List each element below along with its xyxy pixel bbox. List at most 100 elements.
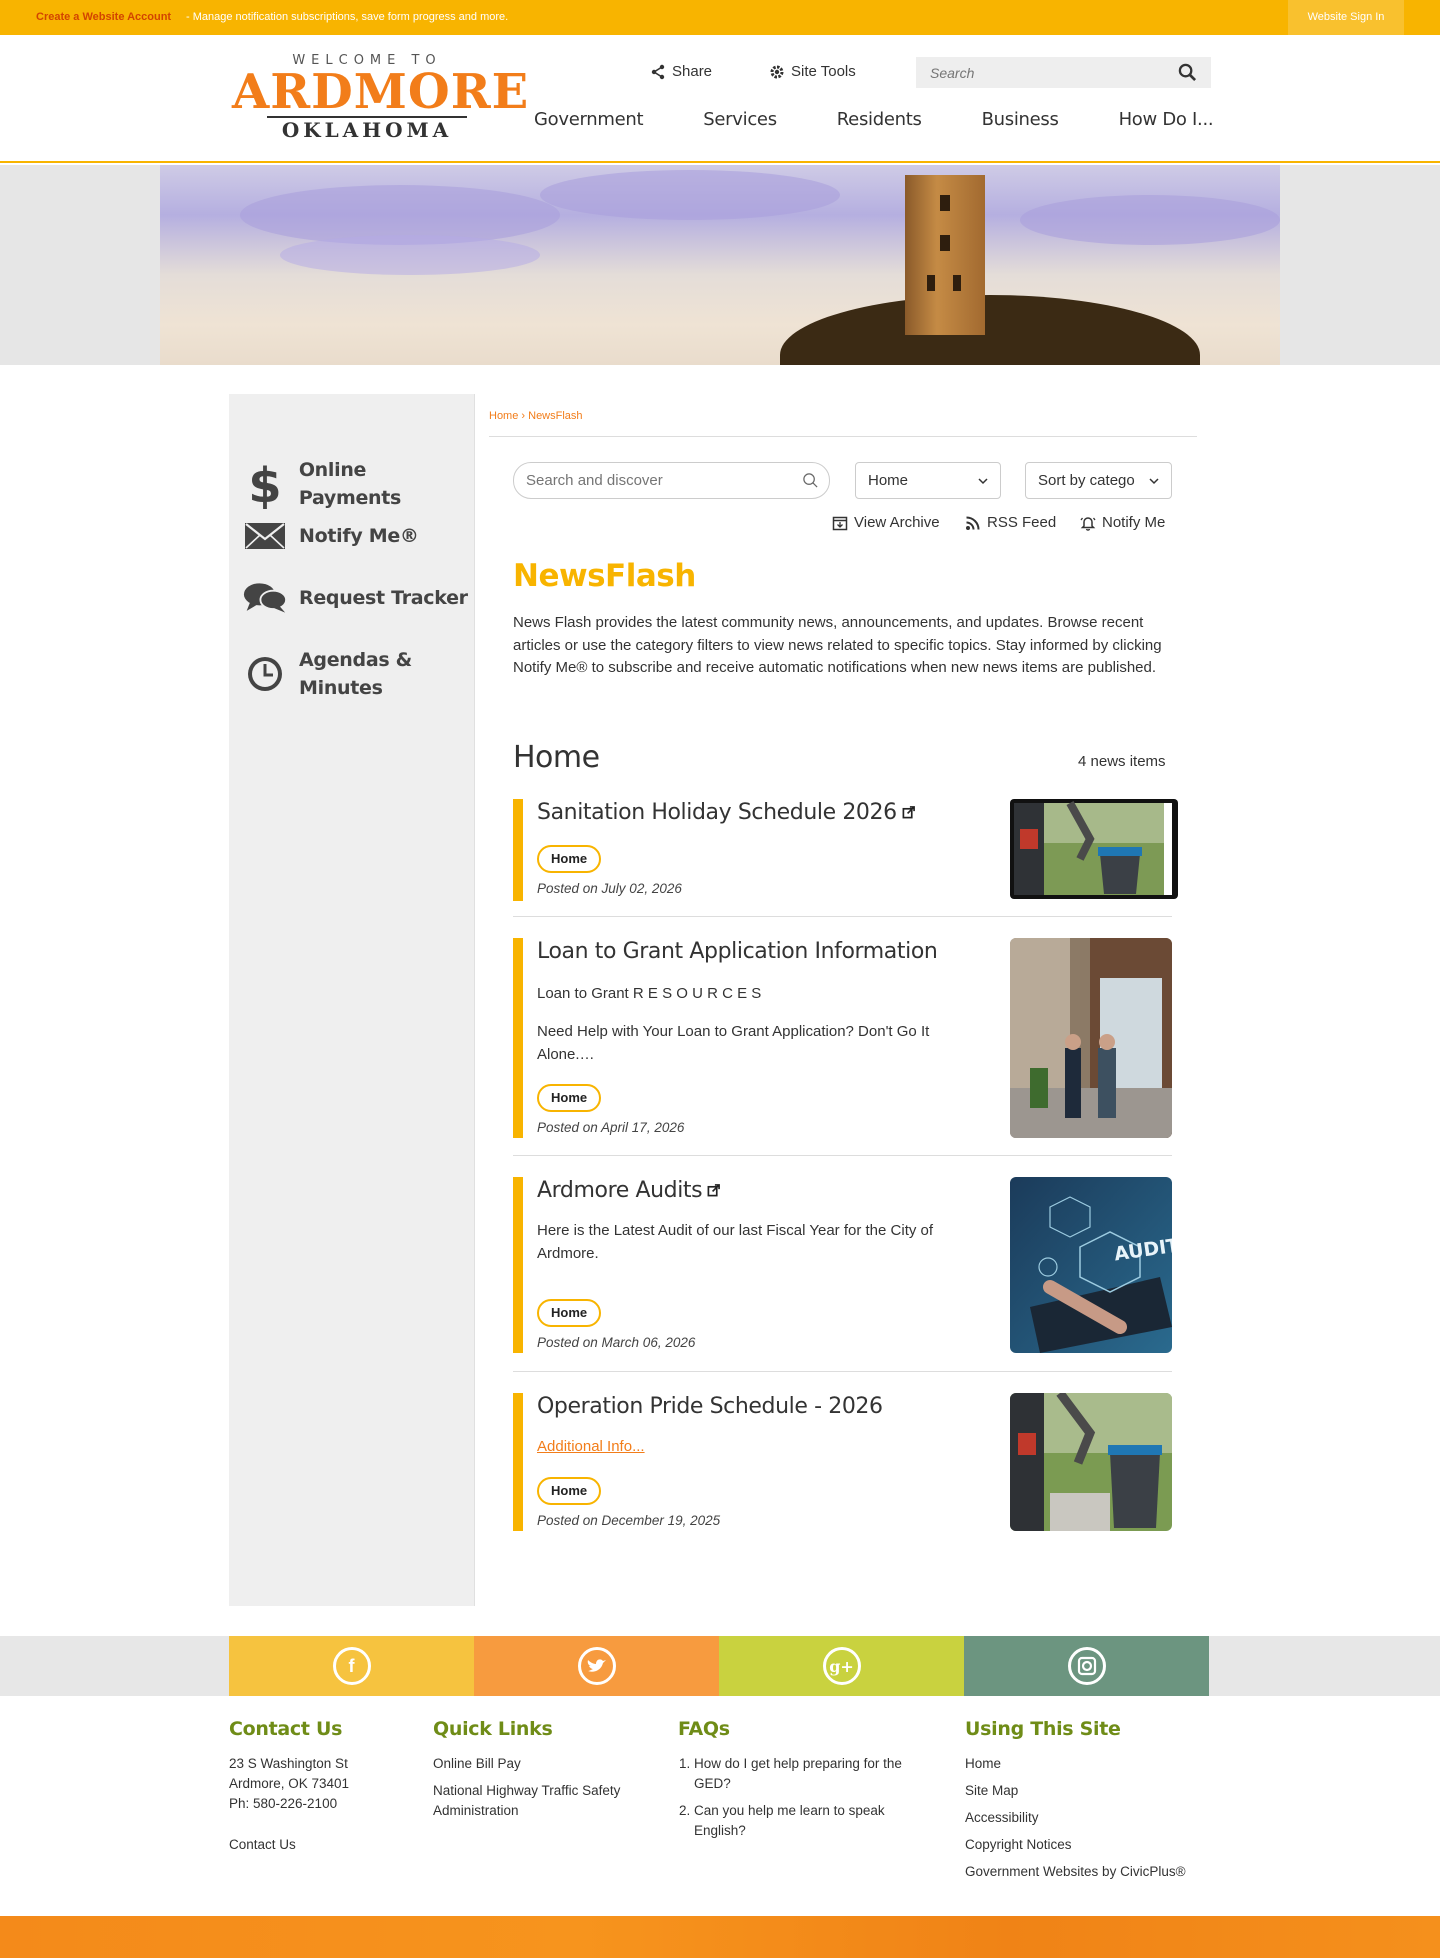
site-footer: Contact Us 23 S Washington St Ardmore, O…: [0, 1696, 1440, 1916]
footer-contact: Contact Us 23 S Washington St Ardmore, O…: [229, 1718, 409, 1855]
news-item: Sanitation Holiday Schedule 2026 Home Po…: [513, 799, 1178, 901]
external-link-icon: [902, 806, 915, 819]
section-title: Home: [513, 740, 600, 775]
news-item-tag[interactable]: Home: [537, 1299, 602, 1327]
sidebar-item-agendas-minutes[interactable]: Agendas & Minutes: [243, 646, 419, 702]
notify-me-link[interactable]: Notify Me: [1080, 514, 1165, 531]
nav-government[interactable]: Government: [534, 109, 644, 130]
nav-services[interactable]: Services: [703, 109, 777, 130]
share-icon: [651, 64, 665, 79]
news-search: [513, 462, 830, 499]
footer-link-copyright[interactable]: Copyright Notices: [965, 1835, 1215, 1855]
banner-image: [160, 165, 1280, 365]
news-item-title[interactable]: Loan to Grant Application Information: [537, 939, 938, 964]
footer-address-1: 23 S Washington St: [229, 1756, 348, 1771]
news-item-date: Posted on March 06, 2026: [537, 1335, 696, 1350]
footer-phone: Ph: 580-226-2100: [229, 1796, 338, 1811]
footer-contact-link[interactable]: Contact Us: [229, 1835, 409, 1855]
category-select[interactable]: Home: [855, 462, 1001, 499]
archive-icon: [832, 516, 848, 530]
news-item-tag[interactable]: Home: [537, 1084, 602, 1112]
footer-link-online-bill-pay[interactable]: Online Bill Pay: [433, 1754, 643, 1774]
footer-faq-item[interactable]: How do I get help preparing for the GED?: [694, 1754, 928, 1794]
chat-bubbles-icon: [243, 580, 287, 616]
news-item-thumbnail[interactable]: [1010, 938, 1172, 1138]
sidebar-item-label: Agendas & Minutes: [299, 649, 412, 699]
create-account-link[interactable]: Create a Website Account: [36, 11, 171, 23]
share-button[interactable]: Share: [650, 63, 712, 80]
news-item-title[interactable]: Operation Pride Schedule - 2026: [537, 1394, 883, 1419]
site-tools-label: Site Tools: [791, 63, 856, 80]
topbar-message: - Manage notification subscriptions, sav…: [186, 11, 509, 23]
footer-quick-links-title: Quick Links: [433, 1718, 553, 1740]
google-plus-link[interactable]: g+: [719, 1636, 964, 1696]
social-band: f g+: [0, 1636, 1440, 1696]
news-item-summary: Loan to Grant R E S O U R C E S: [537, 985, 762, 1002]
news-item-title-text: Loan to Grant Application Information: [537, 939, 938, 964]
sidebar-item-label: Online Payments: [298, 459, 402, 509]
additional-info-link[interactable]: Additional Info...: [537, 1436, 977, 1459]
search-icon[interactable]: [1178, 63, 1197, 82]
site-tools-button[interactable]: Site Tools: [769, 63, 856, 80]
footer-faq-item[interactable]: Can you help me learn to speak English?: [694, 1801, 928, 1841]
facebook-link[interactable]: f: [229, 1636, 474, 1696]
site-search-input[interactable]: [916, 57, 1156, 88]
sidebar-item-online-payments[interactable]: $ Online Payments: [243, 456, 474, 512]
hero-banner: [0, 165, 1440, 365]
nav-how-do-i[interactable]: How Do I...: [1119, 109, 1214, 130]
news-item-accent: [513, 1177, 523, 1353]
sidebar-item-label: Notify Me®: [299, 525, 419, 547]
footer-link-site-map[interactable]: Site Map: [965, 1781, 1215, 1801]
footer-using-site-title: Using This Site: [965, 1718, 1121, 1740]
footer-contact-title: Contact Us: [229, 1718, 343, 1740]
logo-state: OKLAHOMA: [281, 118, 453, 142]
page-title: NewsFlash: [513, 558, 696, 594]
sign-in-button[interactable]: Website Sign In: [1288, 0, 1404, 35]
news-item-count: 4 news items: [1078, 753, 1166, 770]
sidebar-item-request-tracker[interactable]: Request Tracker: [243, 580, 468, 616]
nav-business[interactable]: Business: [982, 109, 1059, 130]
news-item-title[interactable]: Ardmore Audits: [537, 1178, 721, 1203]
logo-name: ARDMORE: [232, 64, 530, 120]
instagram-icon: [1067, 1647, 1106, 1685]
twitter-icon: [577, 1647, 616, 1685]
search-icon[interactable]: [802, 472, 819, 489]
sidebar-item-notify-me[interactable]: Notify Me®: [243, 522, 419, 550]
news-item-tag[interactable]: Home: [537, 1477, 602, 1505]
view-archive-link[interactable]: View Archive: [832, 514, 940, 531]
footer-faqs: FAQs How do I get help preparing for the…: [678, 1718, 928, 1841]
news-item-thumbnail[interactable]: AUDIT: [1010, 1177, 1172, 1353]
sort-select-value: Sort by category: [1038, 472, 1135, 489]
rss-feed-link[interactable]: RSS Feed: [965, 514, 1056, 531]
breadcrumb-separator: ›: [518, 410, 529, 422]
breadcrumb-home[interactable]: Home: [489, 410, 518, 422]
sort-select[interactable]: Sort by category: [1025, 462, 1172, 499]
news-search-input[interactable]: [514, 463, 784, 498]
news-item-thumbnail[interactable]: [1010, 1393, 1172, 1531]
chevron-down-icon: [1149, 478, 1159, 485]
news-item: Ardmore Audits Here is the Latest Audit …: [513, 1177, 1172, 1353]
clock-icon: [243, 655, 287, 693]
instagram-link[interactable]: [964, 1636, 1209, 1696]
news-item: Loan to Grant Application Information Lo…: [513, 938, 1172, 1138]
news-item-thumbnail[interactable]: [1010, 799, 1178, 899]
notify-me-label: Notify Me: [1102, 514, 1166, 531]
footer-link-home[interactable]: Home: [965, 1754, 1215, 1774]
gear-icon: [770, 65, 784, 78]
nav-residents[interactable]: Residents: [837, 109, 922, 130]
google-plus-icon: g+: [822, 1647, 861, 1685]
news-item-accent: [513, 938, 523, 1138]
news-item-title-text: Ardmore Audits: [537, 1178, 703, 1203]
footer-link-civicplus[interactable]: Government Websites by CivicPlus®: [965, 1862, 1215, 1882]
site-header: WELCOME TO ARDMORE OKLAHOMA Share Site T…: [0, 35, 1440, 163]
news-item-tag[interactable]: Home: [537, 845, 602, 873]
footer-link-nhtsa[interactable]: National Highway Traffic Safety Administ…: [433, 1781, 643, 1821]
twitter-link[interactable]: [474, 1636, 719, 1696]
news-item-title[interactable]: Sanitation Holiday Schedule 2026: [537, 800, 915, 825]
site-logo[interactable]: WELCOME TO ARDMORE OKLAHOMA: [232, 53, 530, 143]
footer-address-2: Ardmore, OK 73401: [229, 1776, 350, 1791]
bottom-band: [0, 1916, 1440, 1958]
footer-link-accessibility[interactable]: Accessibility: [965, 1808, 1215, 1828]
breadcrumb-current: NewsFlash: [528, 410, 583, 422]
external-link-icon: [707, 1184, 721, 1197]
